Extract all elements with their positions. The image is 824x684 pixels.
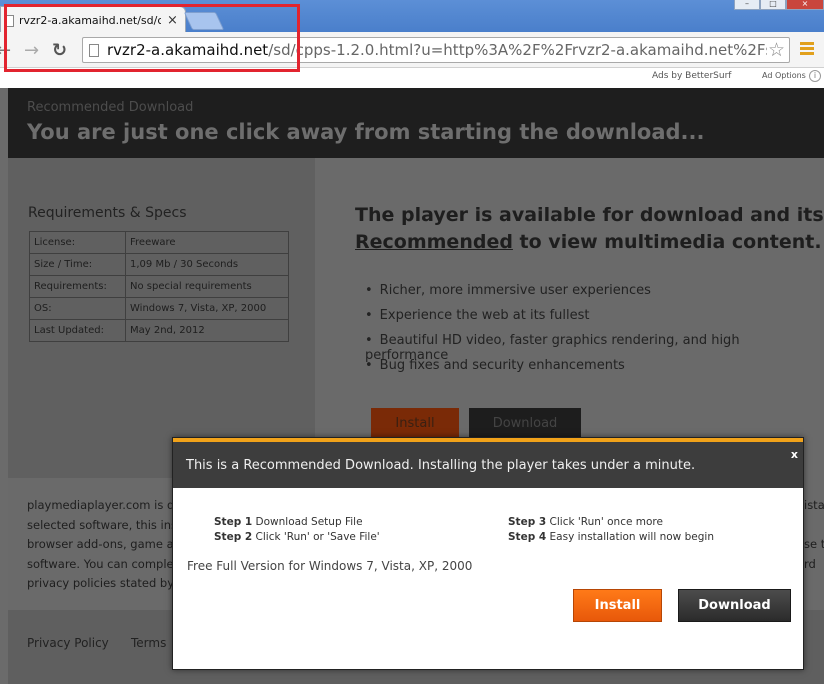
modal-close-icon[interactable]: x (791, 448, 798, 461)
disclaimer-line: privacy policies stated by p (27, 576, 177, 590)
disclaimer-text-right: ista se t rd (804, 496, 824, 574)
page-install-button[interactable]: Install (371, 408, 459, 440)
step-label: Step 1 (214, 516, 253, 528)
step-label: Step 2 (214, 531, 253, 543)
terms-link[interactable]: Terms (131, 636, 166, 650)
modal-header: This is a Recommended Download. Installi… (173, 442, 803, 488)
chrome-menu-icon[interactable] (800, 42, 814, 56)
spec-value: Freeware (125, 231, 289, 254)
ad-options-link[interactable]: Ad Options (762, 71, 806, 80)
disclaimer-line (804, 516, 824, 536)
list-item: Richer, more immersive user experiences (365, 283, 824, 308)
steps-right: Step 3 Click 'Run' once more Step 4 Easy… (508, 515, 714, 545)
disclaimer-line: se t (804, 537, 824, 551)
feature-list: Richer, more immersive user experiences … (365, 283, 824, 383)
spec-value: May 2nd, 2012 (125, 319, 289, 342)
download-modal: This is a Recommended Download. Installi… (172, 437, 804, 670)
table-row: Size / Time: 1,09 Mb / 30 Seconds (29, 253, 289, 276)
specs-title: Requirements & Specs (28, 205, 187, 221)
table-row: Requirements: No special requirements (29, 275, 289, 298)
main-title-line1: The player is available for download and… (355, 204, 824, 226)
step-text: Click 'Run' once more (546, 516, 663, 528)
list-item: Experience the web at its fullest (365, 308, 824, 333)
disclaimer-text: playmediaplayer.com is di selected softw… (27, 496, 177, 594)
window-close-icon[interactable]: × (786, 0, 824, 10)
table-row: License: Freeware (29, 231, 289, 254)
spec-key: Requirements: (29, 275, 126, 298)
disclaimer-line: playmediaplayer.com is di (27, 498, 177, 512)
ad-info-icon[interactable]: i (809, 70, 821, 82)
bookmark-star-icon[interactable]: ☆ (768, 39, 785, 61)
steps-left: Step 1 Download Setup File Step 2 Click … (214, 515, 380, 545)
step-text: Click 'Run' or 'Save File' (252, 531, 380, 543)
main-title-line2: to view multimedia content. (512, 231, 822, 253)
step-label: Step 3 (508, 516, 547, 528)
hero-kicker: Recommended Download (27, 100, 194, 115)
highlight-annotation-box (4, 4, 300, 72)
install-button[interactable]: Install (573, 589, 662, 622)
privacy-policy-link[interactable]: Privacy Policy (27, 636, 109, 650)
specs-panel: Requirements & Specs License: Freeware Si… (8, 158, 315, 478)
spec-key: License: (29, 231, 126, 254)
step-item: Step 4 Easy installation will now begin (508, 530, 714, 545)
table-row: Last Updated: May 2nd, 2012 (29, 319, 289, 342)
table-row: OS: Windows 7, Vista, XP, 2000 (29, 297, 289, 320)
spec-value: 1,09 Mb / 30 Seconds (125, 253, 289, 276)
step-item: Step 2 Click 'Run' or 'Save File' (214, 530, 380, 545)
step-label: Step 4 (508, 531, 547, 543)
spec-value: Windows 7, Vista, XP, 2000 (125, 297, 289, 320)
main-title: The player is available for download and… (355, 202, 824, 256)
spec-key: Size / Time: (29, 253, 126, 276)
spec-key: Last Updated: (29, 319, 126, 342)
disclaimer-line: rd (804, 556, 816, 571)
step-item: Step 1 Download Setup File (214, 515, 380, 530)
disclaimer-line: browser add-ons, game ap (27, 537, 177, 551)
spec-key: OS: (29, 297, 126, 320)
ads-by-label: Ads by BetterSurf (652, 71, 732, 81)
list-item: Beautiful HD video, faster graphics rend… (365, 333, 824, 363)
list-item: Bug fixes and security enhancements (365, 358, 824, 383)
modal-header-text: This is a Recommended Download. Installi… (186, 458, 696, 473)
hero-title: You are just one click away from startin… (27, 120, 705, 144)
url-path: /sd/cpps-1.2.0.html?u=http%3A%2F%2Frvzr2… (268, 41, 767, 59)
specs-table: License: Freeware Size / Time: 1,09 Mb / 3… (29, 231, 289, 342)
page-download-button[interactable]: Download (469, 408, 581, 440)
step-item: Step 3 Click 'Run' once more (508, 515, 714, 530)
window-controls: – □ × (734, 0, 824, 10)
disclaimer-line: selected software, this insta (27, 517, 177, 532)
free-version-text: Free Full Version for Windows 7, Vista, … (187, 559, 473, 573)
spec-value: No special requirements (125, 275, 289, 298)
download-button[interactable]: Download (678, 589, 791, 622)
recommended-link[interactable]: Recommended (355, 231, 513, 253)
step-text: Easy installation will now begin (546, 531, 714, 543)
disclaimer-line: software. You can complet (27, 556, 177, 571)
hero-banner: Recommended Download You are just one cl… (8, 88, 824, 158)
maximize-icon[interactable]: □ (760, 0, 786, 10)
disclaimer-line: ista (804, 498, 824, 512)
step-text: Download Setup File (252, 516, 363, 528)
minimize-icon[interactable]: – (734, 0, 760, 10)
